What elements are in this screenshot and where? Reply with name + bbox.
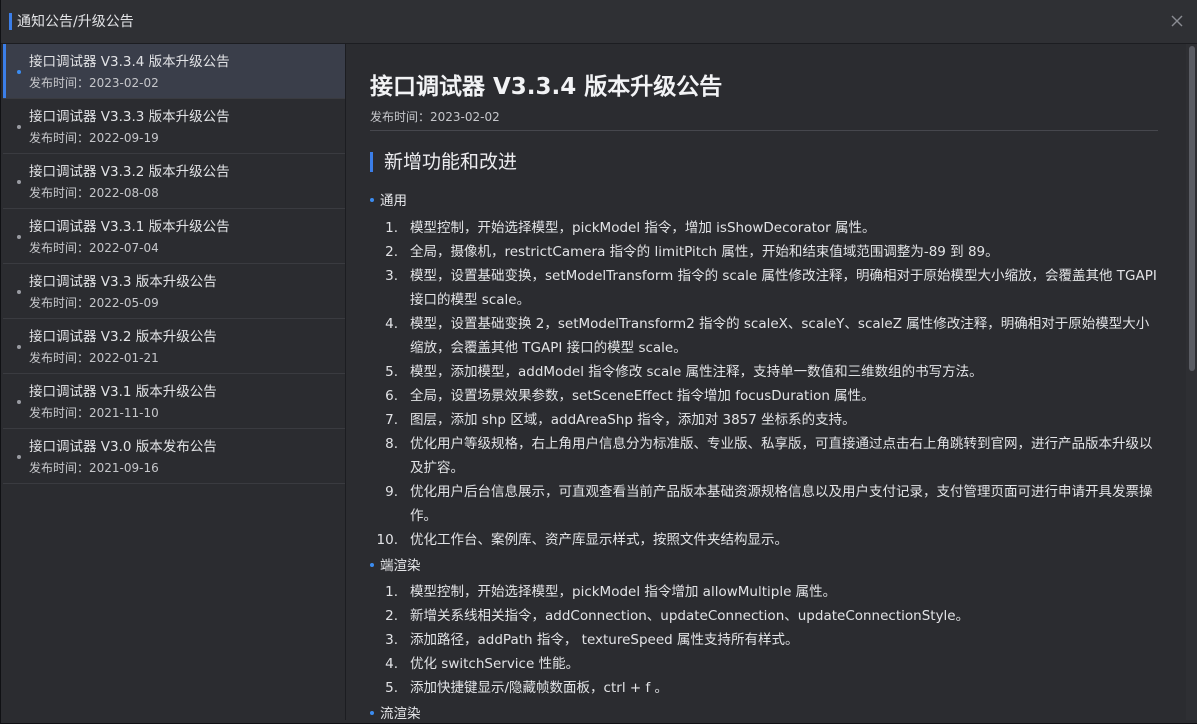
bullet-dot-icon xyxy=(17,125,21,129)
group-label: 端渲染 xyxy=(380,558,421,574)
list-item: 3. 添加路径，addPath 指令， textureSpeed 属性支持所有样式… xyxy=(385,632,799,648)
bullet-dot-icon xyxy=(17,345,21,349)
announcement-item[interactable]: 接口调试器 V3.1 版本升级公告 发布时间：2021-11-10 xyxy=(3,374,345,429)
bullet-dot-icon xyxy=(17,400,21,404)
announcement-item-title: 接口调试器 V3.3.1 版本升级公告 xyxy=(29,219,230,235)
list-item: 8. 优化用户等级规格，右上角用户信息分为标准版、专业版、私享版，可直接通过点击右… xyxy=(385,436,1153,476)
announcement-item[interactable]: 接口调试器 V3.3.1 版本升级公告 发布时间：2022-07-04 xyxy=(3,209,345,264)
announcement-item-date: 发布时间：2022-01-21 xyxy=(29,351,159,365)
announcement-item[interactable]: 接口调试器 V3.3.4 版本升级公告 发布时间：2023-02-02 xyxy=(3,44,345,99)
announcement-item[interactable]: 接口调试器 V3.3.2 版本升级公告 发布时间：2022-08-08 xyxy=(3,154,345,209)
list-item: 5. 模型，添加模型，addModel 指令修改 scale 属性注释，支持单一数… xyxy=(385,364,983,380)
bullet-dot-icon xyxy=(17,235,21,239)
announcement-item[interactable]: 接口调试器 V3.2 版本升级公告 发布时间：2022-01-21 xyxy=(3,319,345,374)
announcement-item-date: 发布时间：2022-07-04 xyxy=(29,241,159,255)
article-date: 发布时间：2023-02-02 xyxy=(370,110,500,124)
list-item: 10. 优化工作台、案例库、资产库显示样式，按照文件夹结构显示。 xyxy=(376,532,788,548)
group-label: 流渲染 xyxy=(380,706,421,720)
announcement-item-title: 接口调试器 V3.1 版本升级公告 xyxy=(29,384,217,400)
group-label: 通用 xyxy=(380,193,407,209)
announcement-item-title: 接口调试器 V3.3.2 版本升级公告 xyxy=(29,164,230,180)
announcement-item-date: 发布时间：2021-11-10 xyxy=(29,406,159,420)
section-accent-bar xyxy=(370,152,373,172)
close-icon[interactable] xyxy=(1169,13,1185,29)
announcement-item-date: 发布时间：2023-02-02 xyxy=(29,76,159,90)
list-item: 3. 模型，设置基础变换，setModelTransform 指令的 scale … xyxy=(385,268,1157,308)
announcement-item[interactable]: 接口调试器 V3.0 版本发布公告 发布时间：2021-09-16 xyxy=(3,429,345,484)
list-item: 4. 优化 switchService 性能。 xyxy=(385,656,580,672)
article-title: 接口调试器 V3.3.4 版本升级公告 xyxy=(370,74,723,100)
announcement-item-date: 发布时间：2022-05-09 xyxy=(29,296,159,310)
announcement-item-date: 发布时间：2021-09-16 xyxy=(29,461,159,475)
list-item: 4. 模型，设置基础变换 2，setModelTransform2 指令的 sca… xyxy=(385,316,1150,356)
bullet-dot-icon xyxy=(370,711,374,715)
announcement-item-title: 接口调试器 V3.3.4 版本升级公告 xyxy=(29,54,230,70)
title-accent-bar xyxy=(9,13,12,30)
list-item: 6. 全局，设置场景效果参数，setSceneEffect 指令增加 focusD… xyxy=(385,388,875,404)
content-scrollbar[interactable] xyxy=(1186,44,1197,720)
dialog-title: 通知公告/升级公告 xyxy=(17,14,134,30)
section-heading-text: 新增功能和改进 xyxy=(384,151,518,173)
announcement-content: 接口调试器 V3.3.4 版本升级公告 发布时间：2023-02-02 新增功能… xyxy=(346,44,1186,720)
list-item: 7. 图层，添加 shp 区域，addAreaShp 指令，添加对 3857 坐标… xyxy=(385,412,856,428)
scrollbar-thumb[interactable] xyxy=(1189,46,1195,371)
announcement-list: 接口调试器 V3.3.4 版本升级公告 发布时间：2023-02-02 接口调试… xyxy=(3,44,346,720)
client-render-item-list: 1. 模型控制，开始选择模型，pickModel 指令增加 allowMultip… xyxy=(370,580,1160,700)
announcement-item-date: 发布时间：2022-08-08 xyxy=(29,186,159,200)
group-heading-general: 通用 xyxy=(370,191,407,211)
title-divider xyxy=(370,130,1158,131)
group-heading-stream-render: 流渲染 xyxy=(370,704,421,720)
announcement-item-title: 接口调试器 V3.2 版本升级公告 xyxy=(29,329,217,345)
list-item: 1. 模型控制，开始选择模型，pickModel 指令增加 allowMultip… xyxy=(385,584,837,600)
bullet-dot-icon xyxy=(17,455,21,459)
announcement-item-title: 接口调试器 V3.0 版本发布公告 xyxy=(29,439,217,455)
list-item: 9. 优化用户后台信息展示，可直观查看当前产品版本基础资源规格信息以及用户支付记录… xyxy=(385,484,1153,524)
list-item: 2. 全局，摄像机，restrictCamera 指令的 limitPitch 属… xyxy=(385,244,999,260)
announcement-item-title: 接口调试器 V3.3 版本升级公告 xyxy=(29,274,217,290)
bullet-dot-icon xyxy=(370,563,374,567)
dialog-titlebar: 通知公告/升级公告 xyxy=(1,0,1197,44)
announcement-dialog: 通知公告/升级公告 接口调试器 V3.3.4 版本升级公告 发布时间：2023-… xyxy=(0,0,1197,724)
announcement-item[interactable]: 接口调试器 V3.3 版本升级公告 发布时间：2022-05-09 xyxy=(3,264,345,319)
bullet-dot-icon xyxy=(17,70,21,74)
announcement-item[interactable]: 接口调试器 V3.3.3 版本升级公告 发布时间：2022-09-19 xyxy=(3,99,345,154)
list-item: 2. 新增关系线相关指令，addConnection、updateConnecti… xyxy=(385,608,970,624)
group-heading-client-render: 端渲染 xyxy=(370,556,421,576)
bullet-dot-icon xyxy=(370,198,374,202)
general-item-list: 1. 模型控制，开始选择模型，pickModel 指令，增加 isShowDeco… xyxy=(370,216,1160,552)
announcement-item-title: 接口调试器 V3.3.3 版本升级公告 xyxy=(29,109,230,125)
list-item: 1. 模型控制，开始选择模型，pickModel 指令，增加 isShowDeco… xyxy=(385,220,876,236)
list-item: 5. 添加快捷键显示/隐藏帧数面板，ctrl + f 。 xyxy=(385,680,669,696)
bullet-dot-icon xyxy=(17,180,21,184)
bullet-dot-icon xyxy=(17,290,21,294)
announcement-item-date: 发布时间：2022-09-19 xyxy=(29,131,159,145)
